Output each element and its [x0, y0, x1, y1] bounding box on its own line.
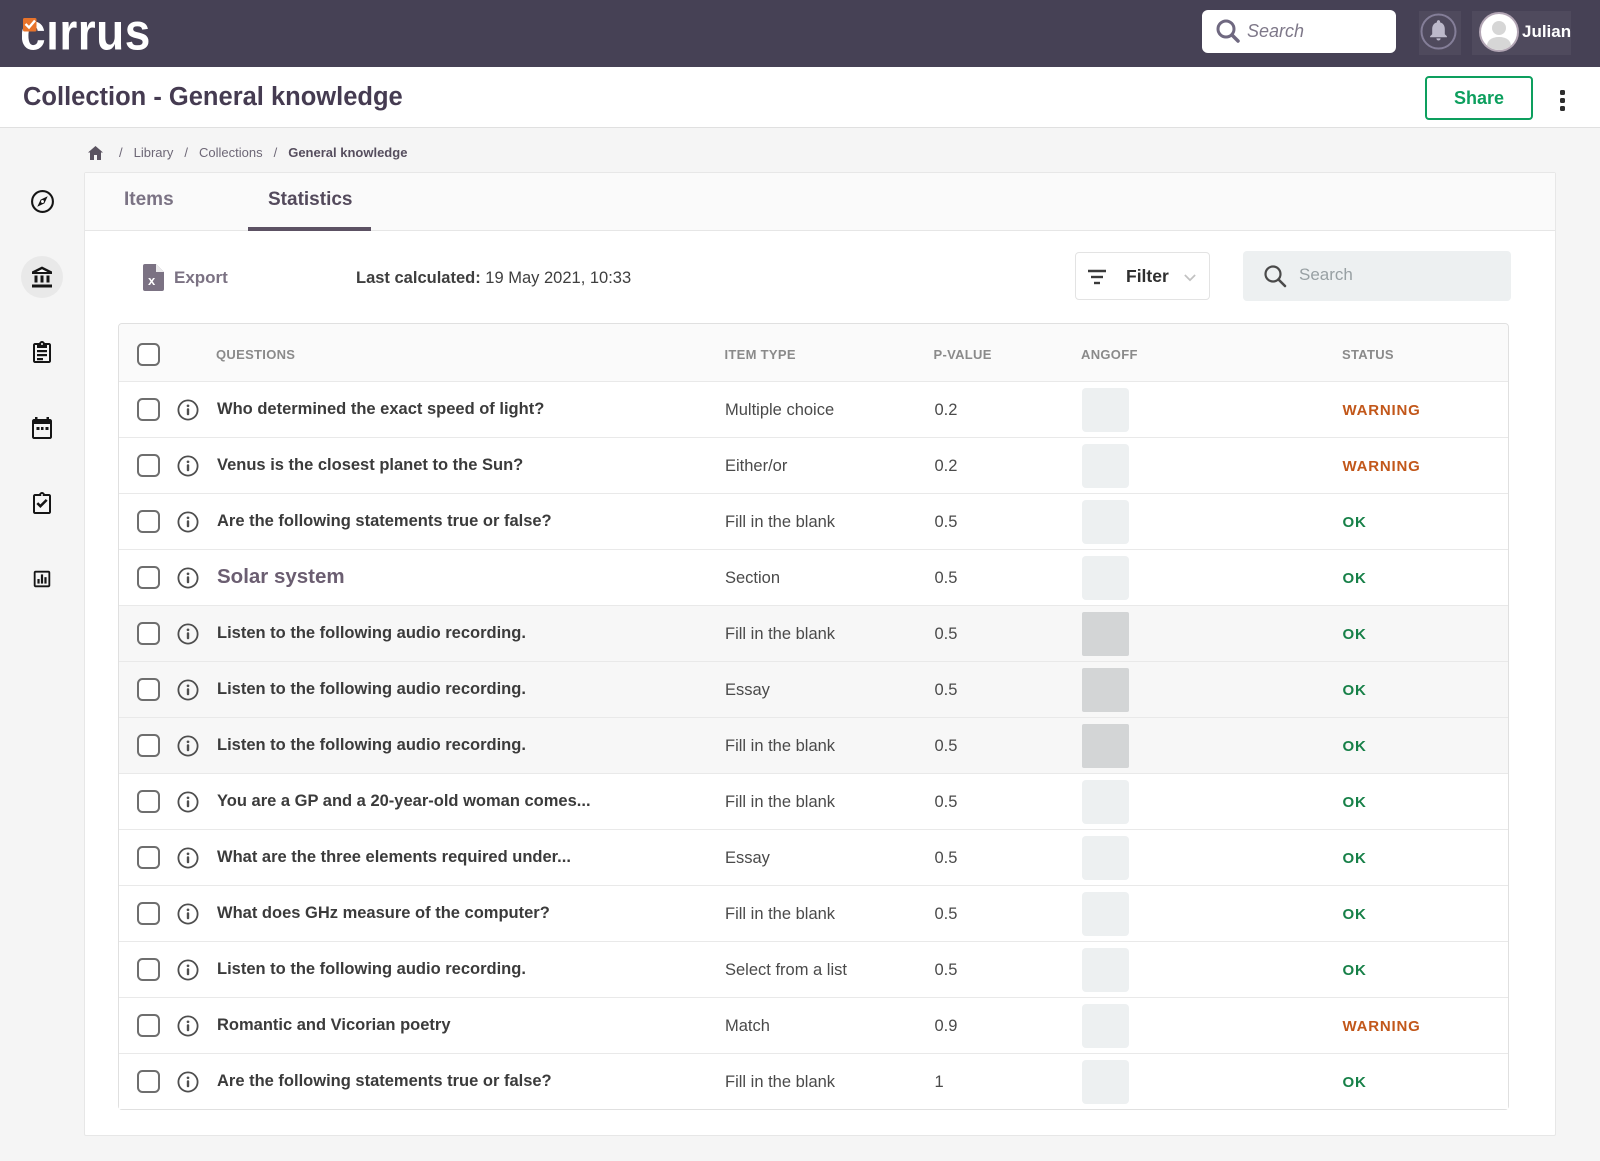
- svg-text:cırrus: cırrus: [22, 8, 151, 58]
- svg-text:x: x: [148, 273, 156, 288]
